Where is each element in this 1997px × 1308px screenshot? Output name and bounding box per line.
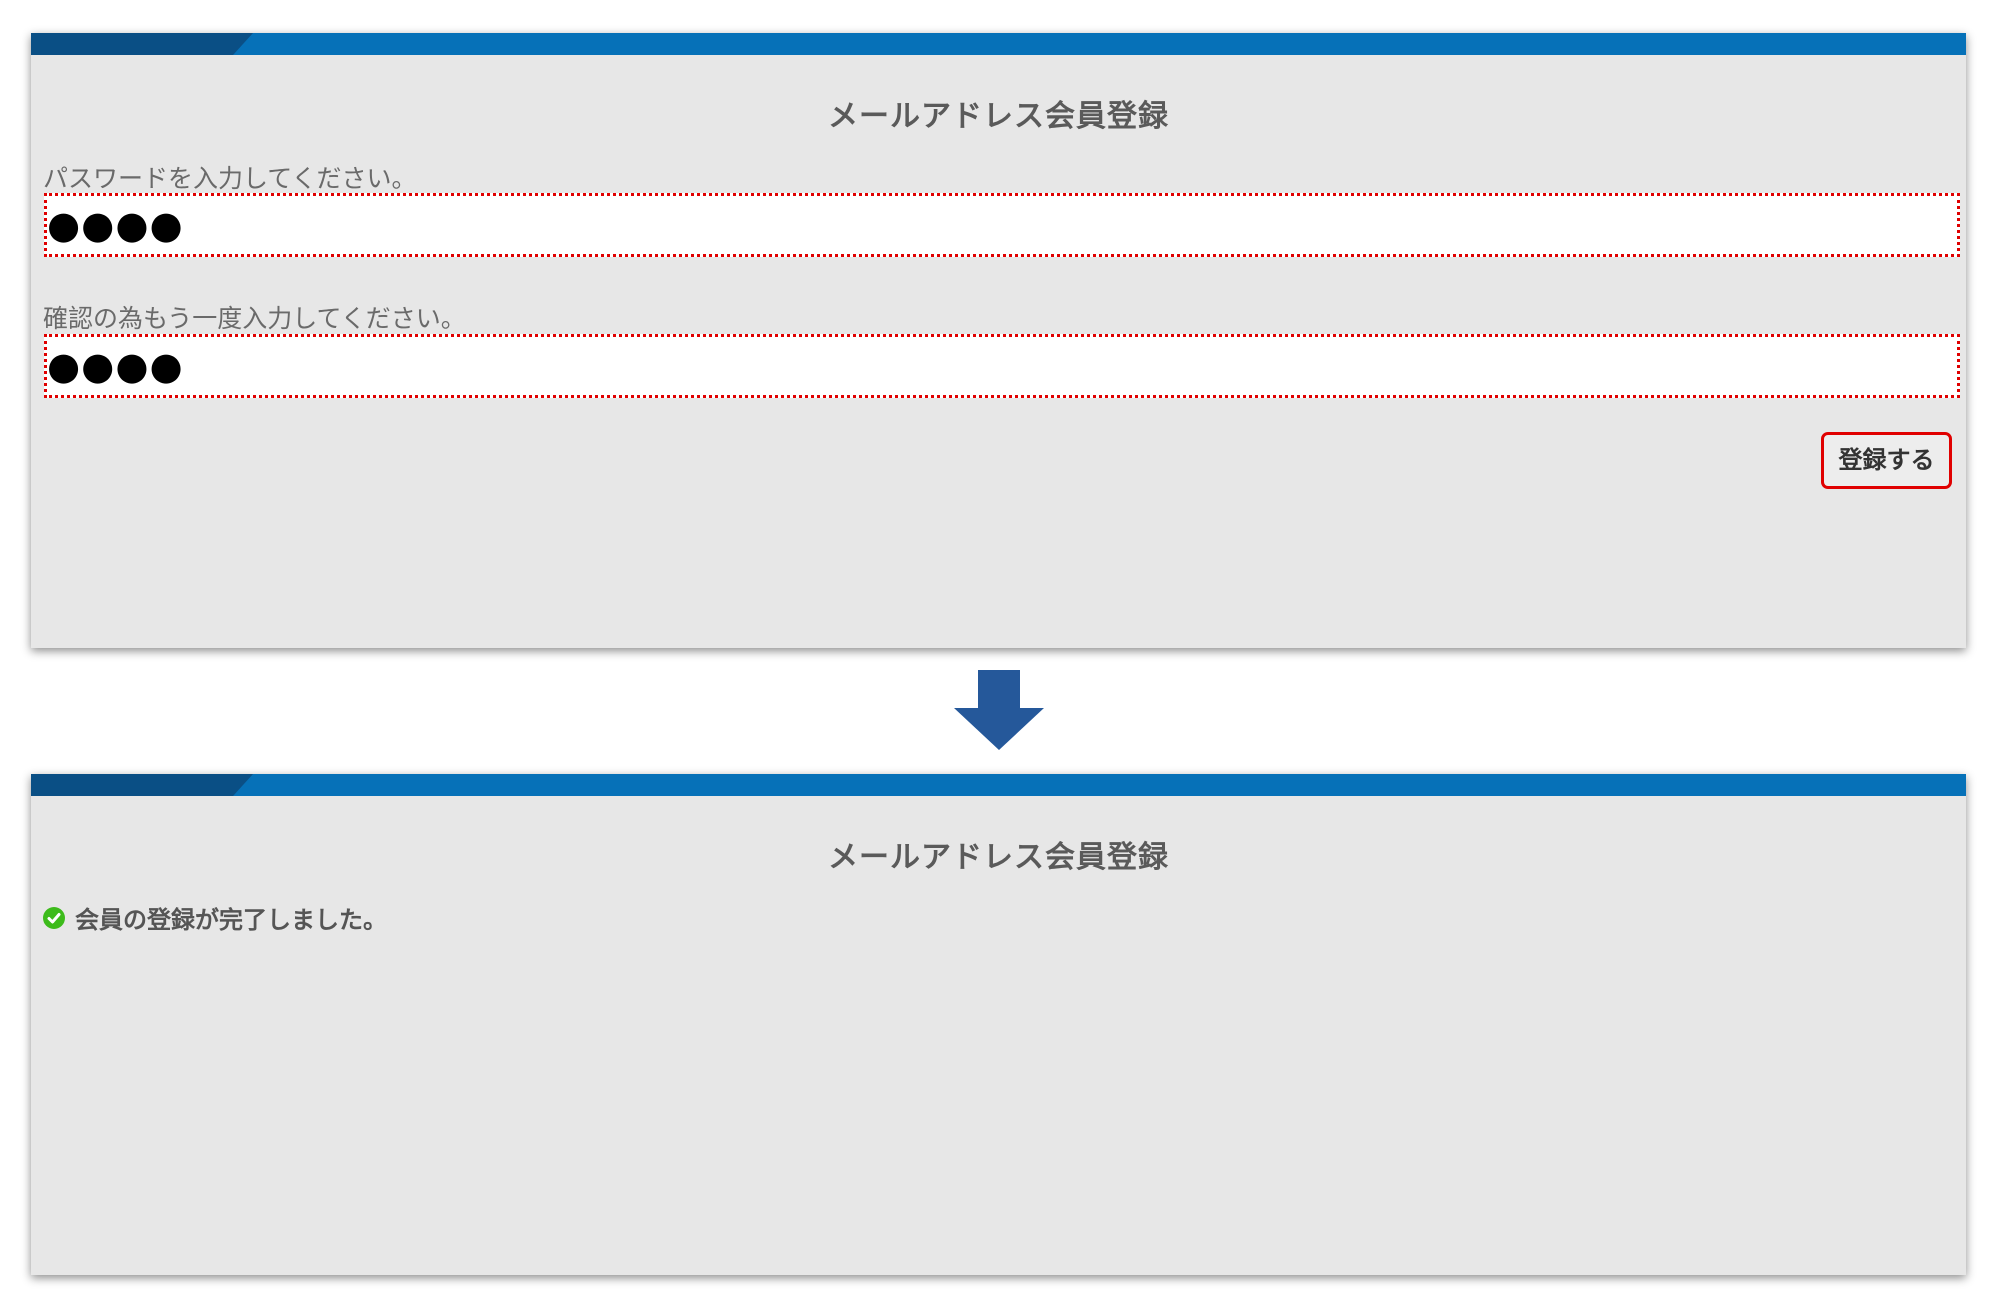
confirm-password-label: 確認の為もう一度入力してください。 [43, 304, 466, 333]
check-circle-icon [43, 906, 65, 929]
register-button[interactable]: 登録する [1821, 432, 1952, 489]
page-title: メールアドレス会員登録 [828, 840, 1169, 875]
password-label: パスワードを入力してください。 [43, 164, 417, 193]
page-title: メールアドレス会員登録 [828, 99, 1169, 134]
success-message: 会員の登録が完了しました。 [75, 906, 387, 934]
password-field[interactable]: ●●●● [44, 193, 1960, 257]
arrow-down-icon [954, 670, 1044, 750]
panel-header-bar [31, 774, 1966, 796]
panel-header-bar [31, 33, 1966, 55]
panel-header-accent [31, 33, 253, 55]
registration-complete-panel: メールアドレス会員登録 会員の登録が完了しました。 [31, 774, 1966, 1275]
success-message-row: 会員の登録が完了しました。 [43, 900, 387, 935]
panel-header-accent [31, 774, 253, 796]
confirm-password-field[interactable]: ●●●● [44, 334, 1960, 398]
registration-form-panel: メールアドレス会員登録 パスワードを入力してください。 ●●●● 確認の為もう一… [31, 33, 1966, 648]
